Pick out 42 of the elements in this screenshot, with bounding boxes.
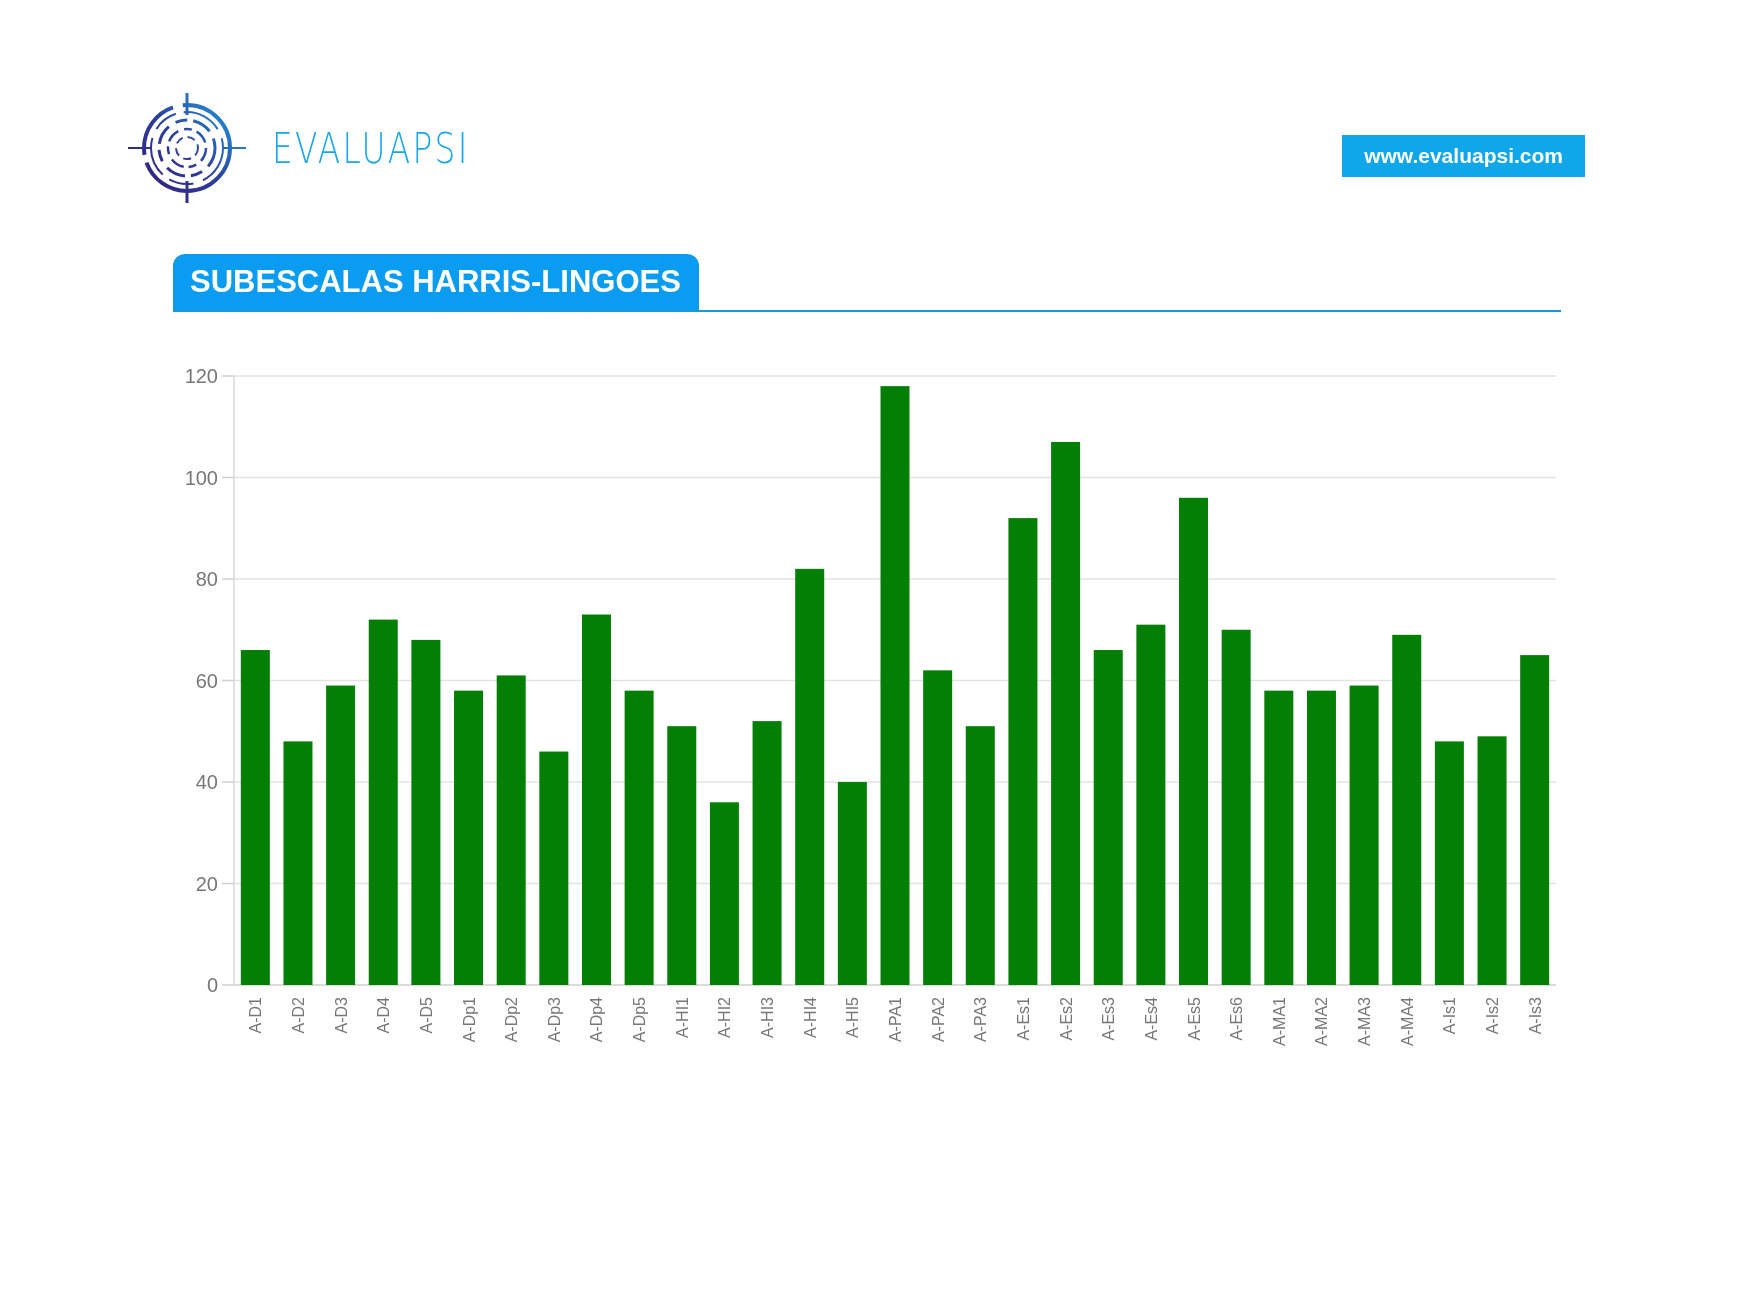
section-title: SUBESCALAS HARRIS-LINGOES — [173, 254, 699, 310]
target-logo-icon — [128, 93, 246, 203]
x-tick-label: A-HI5 — [844, 997, 862, 1038]
x-tick-label: A-Dp5 — [631, 997, 649, 1043]
x-tick-label: A-Is1 — [1441, 997, 1459, 1035]
x-tick-label: A-D5 — [417, 997, 435, 1034]
brand-name: EVALUAPSI — [272, 123, 470, 173]
x-tick-label: A-Es4 — [1142, 997, 1160, 1041]
x-tick-label: A-MA3 — [1356, 997, 1374, 1046]
x-tick-label: A-MA2 — [1313, 997, 1331, 1046]
x-tick-label: A-Is3 — [1526, 997, 1544, 1035]
x-tick-label: A-HI2 — [716, 997, 734, 1038]
x-tick-label: A-Is2 — [1484, 997, 1502, 1035]
x-tick-label: A-HI1 — [673, 997, 691, 1038]
y-tick-label: 40 — [195, 771, 218, 793]
x-tick-label: A-D3 — [332, 997, 350, 1034]
x-tick-label: A-D4 — [375, 997, 393, 1034]
x-tick-label: A-Dp1 — [460, 997, 478, 1043]
y-tick-label: 100 — [184, 466, 218, 489]
x-tick-label: A-Dp4 — [588, 997, 606, 1043]
website-link[interactable]: www.evaluapsi.com — [1342, 135, 1585, 177]
x-tick-label: A-D1 — [247, 997, 265, 1034]
y-tick-label: 20 — [195, 872, 218, 895]
x-tick-label: A-PA2 — [929, 997, 947, 1043]
x-tick-label: A-D2 — [289, 997, 307, 1034]
x-tick-label: A-Es2 — [1057, 997, 1075, 1041]
y-tick-label: 60 — [195, 669, 218, 692]
x-tick-label: A-HI4 — [801, 997, 819, 1038]
x-tick-label: A-Es6 — [1228, 997, 1246, 1041]
x-tick-label: A-MA4 — [1398, 997, 1416, 1046]
x-tick-label: A-Es3 — [1100, 997, 1118, 1041]
x-tick-label: A-PA1 — [887, 997, 904, 1043]
x-tick-label: A-MA1 — [1270, 997, 1288, 1046]
y-tick-label: 80 — [195, 568, 218, 590]
x-tick-label: A-Dp2 — [503, 997, 521, 1043]
x-tick-label: A-Es5 — [1185, 997, 1203, 1041]
y-tick-label: 0 — [206, 974, 218, 996]
x-tick-label: A-PA3 — [972, 997, 990, 1043]
y-tick-label: 120 — [184, 365, 218, 387]
x-tick-label: A-Dp3 — [545, 997, 563, 1043]
x-tick-label: A-HI3 — [759, 997, 777, 1038]
x-tick-label: A-Es1 — [1014, 997, 1032, 1041]
